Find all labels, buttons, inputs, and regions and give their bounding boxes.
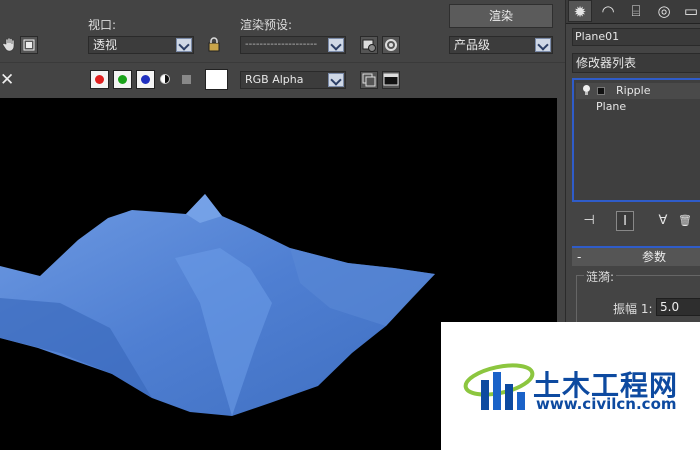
checker-icon[interactable] [182,75,191,84]
stack-tools: ⊣ I ∀ 🗑 [572,208,700,234]
lock-icon[interactable] [206,36,224,54]
hierarchy-icon[interactable]: ⌸ [624,0,648,22]
collapse-icon[interactable]: - [577,248,581,266]
stack-item-ripple[interactable]: Ripple [576,83,700,99]
green-channel-button[interactable] [113,70,132,89]
chevron-down-icon[interactable] [328,73,344,87]
render-setup-icon[interactable] [360,36,378,54]
parameters-rollout-header[interactable]: - 参数 [572,246,700,266]
remove-modifier-icon[interactable]: 🗑 [676,211,694,231]
modifier-list-dropdown[interactable]: 修改器列表 [572,53,700,73]
object-name-field[interactable]: Plane01 [572,28,700,46]
chevron-down-icon[interactable] [328,38,344,52]
show-end-result-icon[interactable]: I [616,211,634,231]
background-color-swatch[interactable] [205,69,228,90]
sun-icon[interactable]: ✹ [568,0,592,22]
blue-channel-button[interactable] [136,70,155,89]
pin-stack-icon[interactable]: ⊣ [580,211,598,231]
modifier-stack[interactable]: Ripple Plane [572,78,700,202]
group-label: 涟漪: [584,268,617,285]
clone-frame-icon[interactable] [360,71,378,89]
hand-icon[interactable] [2,36,20,54]
green-dot-icon [118,75,127,84]
watermark-logo [463,363,535,410]
render-preset-value: -------------------- [245,39,318,50]
blue-dot-icon [141,75,150,84]
amplitude-input[interactable]: 5.0 [656,298,700,316]
viewport-select-value: 透视 [93,38,118,52]
region-render-icon[interactable] [20,36,38,54]
stack-item-plane[interactable]: Plane [576,99,700,115]
chevron-down-icon[interactable] [535,38,551,52]
viewport-select[interactable]: 透视 [88,36,194,54]
command-panel-tabs: ✹ ◠ ⌸ ◎ ▭ [566,0,700,24]
red-channel-button[interactable] [90,70,109,89]
chevron-down-icon[interactable] [176,38,192,52]
watermark-url: www.civilcn.com [536,395,677,413]
bulb-icon[interactable] [582,85,591,96]
red-dot-icon [95,75,104,84]
expand-icon[interactable] [597,87,605,95]
channel-select[interactable]: RGB Alpha [240,71,346,89]
render-preset-select[interactable]: -------------------- [240,36,346,54]
display-window-icon[interactable] [382,71,400,89]
render-button[interactable]: 渲染 [449,4,553,28]
amplitude-label: 振幅 1: [613,302,653,316]
rollout-title: 参数 [642,250,667,264]
display-icon[interactable]: ▭ [679,0,700,22]
render-toolbar: 视口: 透视 渲染预设: -------------------- 渲染 产品级 [0,0,565,62]
close-icon[interactable]: ✕ [0,70,14,90]
render-quality-value: 产品级 [454,38,491,52]
stack-item-label: Plane [596,100,627,113]
stack-item-label: Ripple [616,84,651,97]
make-unique-icon[interactable]: ∀ [654,211,672,231]
render-quality-select[interactable]: 产品级 [449,36,553,54]
mono-toggle-icon[interactable] [160,74,170,84]
curve-icon[interactable]: ◠ [596,0,620,22]
motion-icon[interactable]: ◎ [652,0,676,22]
watermark: 土木工程网 www.civilcn.com [441,322,700,450]
channel-select-value: RGB Alpha [245,73,304,86]
render-preset-label: 渲染预设: [240,18,293,32]
viewport-label: 视口: [88,18,117,32]
environment-icon[interactable] [382,36,400,54]
